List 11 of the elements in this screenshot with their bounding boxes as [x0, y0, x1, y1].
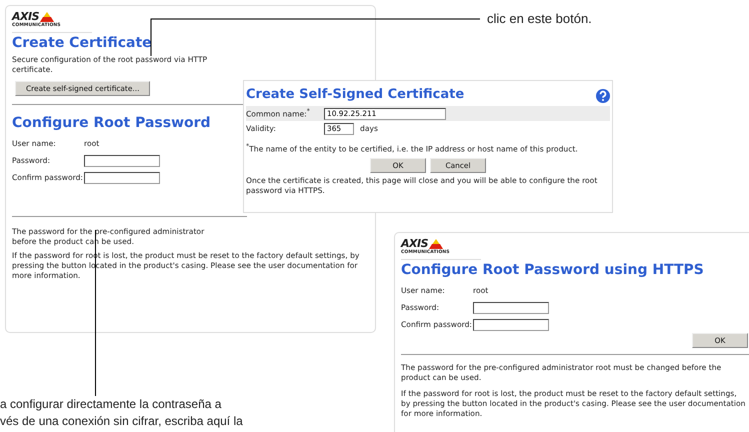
- page-title: Configure Root Password using HTTPS: [401, 262, 704, 278]
- section-title: Configure Root Password: [12, 115, 211, 131]
- password-field[interactable]: [84, 172, 160, 184]
- password-field[interactable]: [473, 318, 549, 330]
- dialog-title: Create Self-Signed Certificate: [246, 87, 464, 102]
- password-field[interactable]: [84, 154, 160, 166]
- callout-text: a configurar directamente la contraseña a vés de una conexión sin cifrar, escriba aquí la: [0, 396, 243, 430]
- password-field[interactable]: [473, 302, 549, 314]
- callout-text: clic en este botón.: [487, 10, 592, 28]
- help-icon[interactable]: [596, 88, 610, 102]
- page-title: Create Certificate: [12, 35, 152, 51]
